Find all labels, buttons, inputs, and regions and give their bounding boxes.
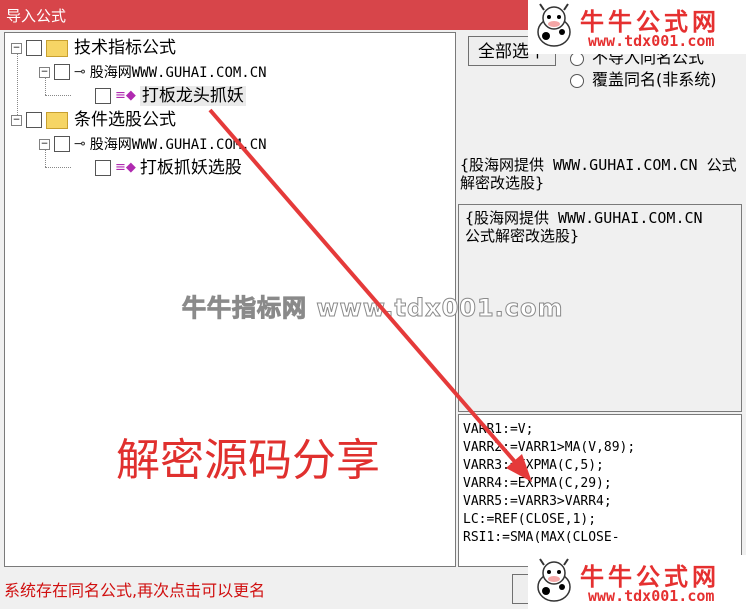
cow-mascot-icon xyxy=(537,3,571,47)
logo-url: www.tdx001.com xyxy=(588,32,715,50)
logo-url: www.tdx001.com xyxy=(588,587,715,605)
cow-mascot-icon xyxy=(537,558,571,602)
arrow-shaft xyxy=(208,108,524,472)
site-logo-top: 牛牛公式网 www.tdx001.com xyxy=(528,0,746,54)
red-arrow-annotation xyxy=(208,108,532,482)
site-logo-bottom: 牛牛公式网 www.tdx001.com xyxy=(528,555,746,609)
